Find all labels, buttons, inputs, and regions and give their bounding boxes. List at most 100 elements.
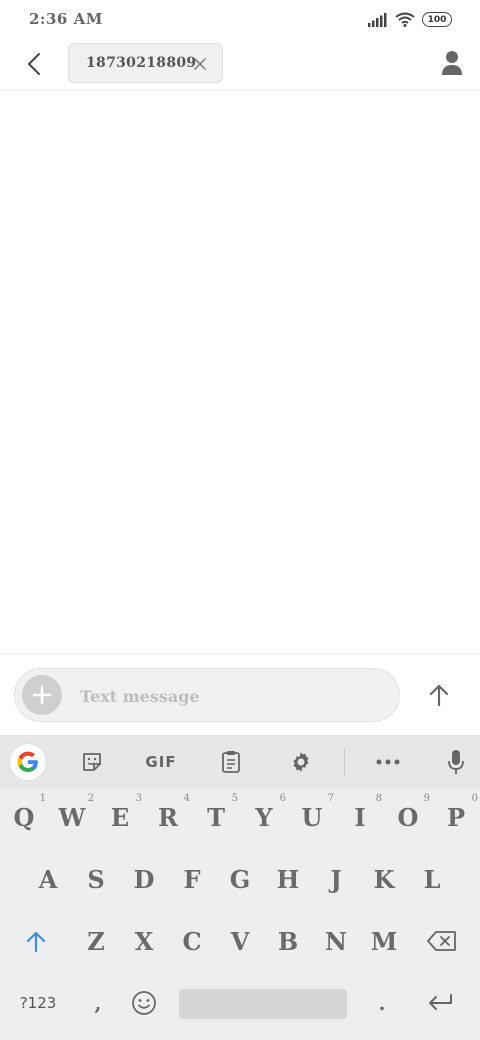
microphone-icon bbox=[448, 750, 464, 774]
key-hint: 3 bbox=[135, 793, 142, 804]
symbols-key[interactable]: ?123 bbox=[8, 973, 68, 1033]
remove-recipient-button[interactable] bbox=[192, 56, 208, 72]
voice-input-button[interactable] bbox=[438, 745, 474, 779]
person-icon bbox=[442, 51, 462, 75]
key-hint: 8 bbox=[375, 793, 382, 804]
compose-bar bbox=[0, 653, 480, 735]
add-attachment-button[interactable] bbox=[22, 675, 62, 715]
key-row-4: ?123 , . bbox=[0, 973, 480, 1033]
message-input[interactable] bbox=[80, 683, 380, 709]
sticker-button[interactable] bbox=[74, 745, 110, 779]
key-a[interactable]: A bbox=[24, 849, 72, 909]
emoji-key[interactable] bbox=[120, 973, 168, 1033]
clipboard-button[interactable] bbox=[213, 745, 249, 779]
key-y[interactable]: Y6 bbox=[240, 787, 288, 847]
key-l[interactable]: L bbox=[408, 849, 456, 909]
plus-icon bbox=[32, 685, 52, 705]
emoji-icon bbox=[132, 991, 156, 1015]
key-t[interactable]: T5 bbox=[192, 787, 240, 847]
key-s[interactable]: S bbox=[72, 849, 120, 909]
key-row-3: Z X C V B N M bbox=[0, 911, 480, 971]
status-time: 2:36 AM bbox=[29, 10, 103, 28]
sticker-icon bbox=[83, 753, 101, 771]
battery-level: 100 bbox=[427, 14, 447, 25]
status-icons: 100 bbox=[368, 12, 452, 27]
gear-icon bbox=[293, 752, 309, 772]
key-label: P bbox=[446, 802, 466, 832]
key-q[interactable]: Q1 bbox=[0, 787, 48, 847]
space-key[interactable] bbox=[179, 989, 347, 1019]
key-label: W bbox=[58, 802, 86, 832]
key-z[interactable]: Z bbox=[72, 911, 120, 971]
battery-indicator: 100 bbox=[422, 12, 452, 27]
enter-key[interactable] bbox=[416, 973, 464, 1033]
key-hint: 4 bbox=[183, 793, 190, 804]
key-v[interactable]: V bbox=[216, 911, 264, 971]
chevron-left-icon bbox=[28, 53, 40, 75]
key-label: Q bbox=[13, 802, 35, 832]
recipient-chip[interactable]: 18730218809 bbox=[68, 43, 223, 83]
more-options-button[interactable] bbox=[370, 745, 406, 779]
key-label: R bbox=[158, 802, 178, 832]
gif-button[interactable]: GIF bbox=[140, 745, 182, 779]
key-n[interactable]: N bbox=[312, 911, 360, 971]
keyboard-toolbar: GIF bbox=[0, 735, 480, 789]
close-icon bbox=[194, 58, 206, 70]
google-icon bbox=[17, 751, 38, 772]
clipboard-icon bbox=[222, 751, 240, 773]
key-label: U bbox=[301, 802, 323, 832]
key-u[interactable]: U7 bbox=[288, 787, 336, 847]
key-hint: 0 bbox=[471, 793, 478, 804]
key-c[interactable]: C bbox=[168, 911, 216, 971]
comma-key[interactable]: , bbox=[74, 973, 122, 1033]
shift-key[interactable] bbox=[12, 911, 60, 971]
key-b[interactable]: B bbox=[264, 911, 312, 971]
settings-button[interactable] bbox=[283, 745, 319, 779]
key-j[interactable]: J bbox=[312, 849, 360, 909]
key-label: O bbox=[397, 802, 419, 832]
signal-icon bbox=[368, 12, 387, 27]
arrow-up-icon bbox=[429, 684, 449, 707]
key-h[interactable]: H bbox=[264, 849, 312, 909]
more-horizontal-icon bbox=[376, 759, 400, 765]
key-hint: 1 bbox=[39, 793, 46, 804]
key-g[interactable]: G bbox=[216, 849, 264, 909]
key-w[interactable]: W2 bbox=[48, 787, 96, 847]
toolbar-divider bbox=[344, 749, 345, 775]
key-hint: 5 bbox=[231, 793, 238, 804]
key-label: Y bbox=[255, 802, 273, 832]
period-key[interactable]: . bbox=[358, 973, 406, 1033]
conversation-header: 18730218809 bbox=[0, 40, 480, 91]
backspace-icon bbox=[427, 931, 456, 951]
key-r[interactable]: R4 bbox=[144, 787, 192, 847]
key-hint: 6 bbox=[279, 793, 286, 804]
key-label: E bbox=[110, 802, 130, 832]
key-hint: 2 bbox=[87, 793, 94, 804]
key-k[interactable]: K bbox=[360, 849, 408, 909]
google-search-button[interactable] bbox=[10, 744, 46, 780]
key-e[interactable]: E3 bbox=[96, 787, 144, 847]
contact-button[interactable] bbox=[440, 50, 464, 76]
enter-icon bbox=[429, 994, 452, 1010]
back-button[interactable] bbox=[18, 48, 50, 80]
key-d[interactable]: D bbox=[120, 849, 168, 909]
key-o[interactable]: O9 bbox=[384, 787, 432, 847]
compose-field bbox=[14, 668, 400, 722]
key-label: T bbox=[207, 802, 225, 832]
key-p[interactable]: P0 bbox=[432, 787, 480, 847]
soft-keyboard: G I F Q 1 W 2 E 3 R 4 T 5 Y 6 U 7 I 8 O 9 … bbox=[0, 735, 480, 1040]
recipient-number: 18730218809 bbox=[86, 55, 197, 71]
status-bar: 2:36 AM 100 bbox=[0, 0, 480, 40]
key-hint: 9 bbox=[423, 793, 430, 804]
key-row-2: A S D F G H J K L bbox=[0, 849, 480, 909]
key-label: I bbox=[354, 802, 366, 832]
send-button[interactable] bbox=[424, 680, 454, 710]
wifi-icon bbox=[395, 12, 415, 27]
key-row-1: Q1 W2 E3 R4 T5 Y6 U7 I8 O9 P0 bbox=[0, 787, 480, 847]
key-i[interactable]: I8 bbox=[336, 787, 384, 847]
key-f[interactable]: F bbox=[168, 849, 216, 909]
backspace-key[interactable] bbox=[418, 911, 466, 971]
key-m[interactable]: M bbox=[360, 911, 408, 971]
key-x[interactable]: X bbox=[120, 911, 168, 971]
message-thread bbox=[0, 91, 480, 653]
